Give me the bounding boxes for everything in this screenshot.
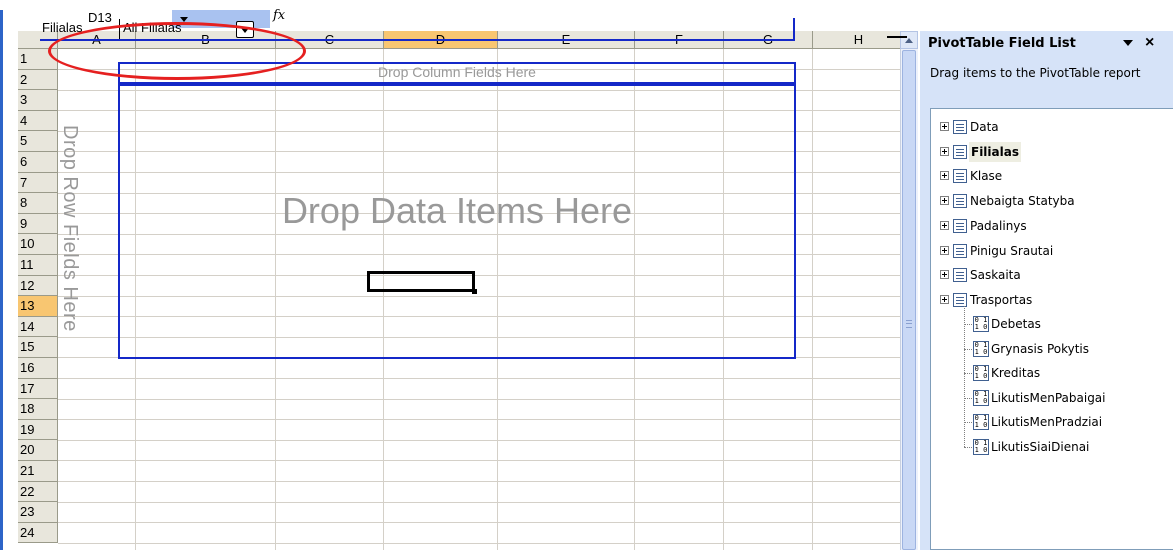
dimension-icon [953, 268, 967, 283]
field-label: LikutisMenPradziai [991, 415, 1103, 429]
row-header-4[interactable]: 4 [18, 110, 58, 132]
scroll-up-button[interactable] [900, 31, 918, 49]
dimension-icon [953, 144, 967, 159]
window-edge [0, 10, 3, 550]
scroll-thumb[interactable] [902, 50, 916, 550]
grip-line [906, 323, 912, 324]
field-label: LikutisMenPabaigai [991, 390, 1106, 405]
pane-menu-icon[interactable] [1123, 40, 1133, 46]
row-header-19[interactable]: 19 [18, 419, 58, 441]
expand-icon[interactable] [940, 171, 949, 181]
expand-icon[interactable] [940, 122, 949, 131]
expand-icon[interactable] [940, 270, 949, 280]
dimension-icon [953, 120, 967, 134]
row-gridline [58, 481, 900, 482]
row-gridline [58, 501, 900, 503]
field-label: Trasportas [970, 292, 1033, 307]
field-label: Nebaigta Statyba [970, 194, 1075, 209]
expand-icon[interactable] [940, 220, 949, 230]
field-label: LikutisSiaiDienai [991, 439, 1090, 454]
close-icon[interactable]: × [1145, 34, 1154, 52]
measure-icon: 0 1 1 0 [973, 438, 989, 455]
dimension-icon [953, 292, 967, 307]
field-label: Filialas [969, 141, 1021, 162]
field-label: Saskaita [970, 268, 1021, 283]
expand-icon[interactable] [940, 146, 949, 156]
row-drop-label: Drop Row Fields Here [59, 125, 81, 332]
row-gridline [58, 522, 900, 524]
measure-icon: 0 1 1 0 [973, 414, 989, 430]
tree-connector [964, 306, 966, 447]
field-label: Debetas [991, 317, 1041, 331]
row-gridline [58, 398, 900, 400]
row-header-21[interactable]: 21 [18, 461, 58, 482]
data-drop-label: Drop Data Items Here [281, 190, 633, 231]
row-gridline [58, 542, 900, 544]
row-header-12[interactable]: 12 [18, 275, 58, 297]
row-gridline [58, 439, 900, 441]
row-header-20[interactable]: 20 [18, 440, 58, 461]
active-cell-cursor[interactable] [367, 271, 475, 292]
measure-icon: 0 1 1 0 [973, 389, 989, 406]
row-header-3[interactable]: 3 [18, 90, 58, 111]
row-gridline [58, 419, 900, 421]
row-header-6[interactable]: 6 [18, 152, 58, 173]
row-header-17[interactable]: 17 [18, 378, 58, 400]
row-header-5[interactable]: 5 [18, 131, 58, 152]
field-label: Pinigu Srautai [970, 243, 1054, 258]
fill-handle[interactable] [472, 289, 477, 294]
row-header-11[interactable]: 11 [18, 255, 58, 276]
row-header-7[interactable]: 7 [18, 172, 58, 194]
row-header-18[interactable]: 18 [18, 399, 58, 420]
split-bar[interactable] [887, 36, 907, 38]
measure-icon: 0 1 1 0 [973, 340, 989, 357]
row-header-24[interactable]: 24 [18, 522, 58, 544]
row-header-16[interactable]: 16 [18, 358, 58, 379]
chevron-up-icon [905, 38, 913, 43]
grip-icon [906, 320, 912, 328]
annotation-oval [48, 22, 306, 80]
field-label: Padalinys [970, 218, 1027, 233]
row-gridline [58, 378, 900, 379]
row-header-23[interactable]: 23 [18, 502, 58, 523]
measure-icon: 0 1 1 0 [973, 365, 989, 381]
pane-description: Drag items to the PivotTable report [930, 66, 1141, 80]
row-header-13[interactable]: 13 [18, 296, 58, 317]
tree-connector [964, 446, 972, 449]
field-label: Grynasis Pokytis [991, 341, 1090, 356]
measure-icon: 0 1 1 0 [973, 316, 989, 332]
dimension-icon [953, 194, 967, 209]
column-gridline [812, 49, 813, 550]
row-header-15[interactable]: 15 [18, 337, 58, 358]
dimension-icon [953, 218, 967, 233]
row-header-22[interactable]: 22 [18, 481, 58, 503]
dimension-icon [953, 169, 967, 184]
expand-icon[interactable] [940, 245, 949, 255]
row-gridline [58, 460, 900, 462]
expand-icon[interactable] [940, 294, 949, 304]
column-header-h[interactable]: H [813, 31, 900, 49]
expand-icon[interactable] [940, 196, 949, 206]
pane-title: PivotTable Field List [928, 36, 1076, 51]
dimension-icon [953, 243, 967, 258]
row-header-2[interactable]: 2 [18, 69, 58, 91]
field-label: Data [970, 120, 999, 134]
field-label: Klase [970, 169, 1003, 184]
row-header-14[interactable]: 14 [18, 316, 58, 338]
row-header-8[interactable]: 8 [18, 193, 58, 214]
row-header-9[interactable]: 9 [18, 213, 58, 235]
row-header-10[interactable]: 10 [18, 234, 58, 255]
field-label: Kreditas [991, 366, 1041, 380]
